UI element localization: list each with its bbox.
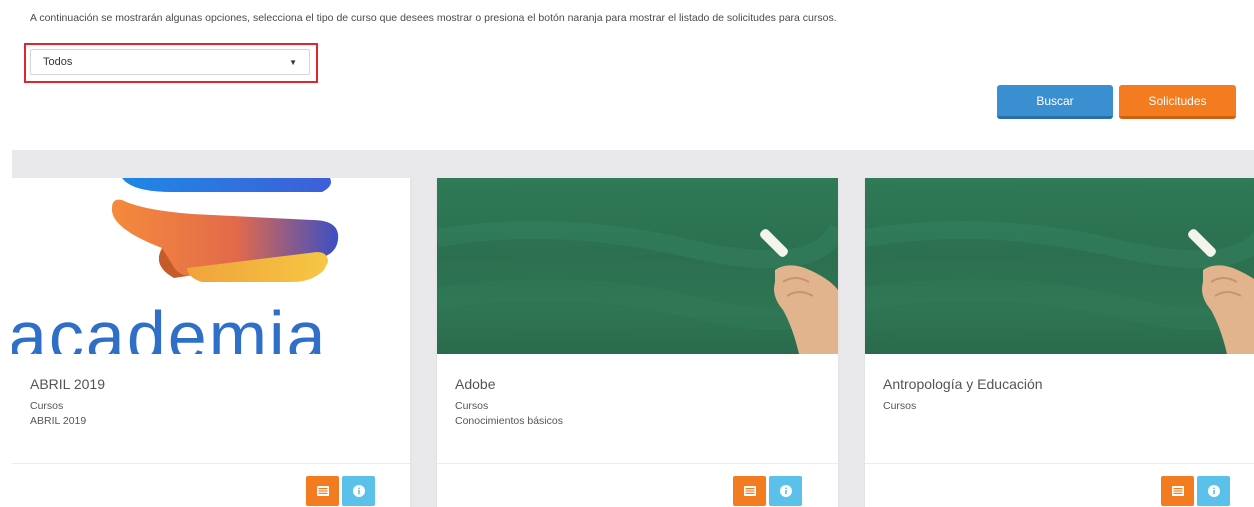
intro-text: A continuación se mostrarán algunas opci… [30,12,837,24]
list-icon [743,486,756,496]
course-type: Cursos [30,400,64,412]
buscar-button[interactable]: Buscar [997,85,1113,119]
course-card: Antropología y Educación Cursos [865,178,1254,507]
course-image[interactable]: academia [12,178,410,354]
card-actions [1161,476,1230,506]
course-type: Cursos [883,400,917,412]
course-card: Adobe Cursos Conocimientos básicos [437,178,838,507]
list-button[interactable] [733,476,766,506]
card-actions [733,476,802,506]
list-icon [1171,486,1184,496]
list-icon [316,486,329,496]
course-card: academia ABRIL 2019 Cursos ABRIL 2019 [12,178,410,507]
solicitudes-button[interactable]: Solicitudes [1119,85,1236,119]
list-button[interactable] [306,476,339,506]
card-actions [306,476,375,506]
course-title: ABRIL 2019 [30,376,105,392]
course-description: Conocimientos básicos [455,415,563,427]
card-divider [12,463,410,464]
course-title: Antropología y Educación [883,376,1043,392]
course-type-select[interactable]: Todos ▼ [30,49,310,75]
info-icon [779,485,792,497]
card-divider [437,463,838,464]
academia-logo-text: academia [12,297,328,354]
card-divider [865,463,1254,464]
info-button[interactable] [769,476,802,506]
course-image[interactable] [865,178,1254,354]
info-icon [1207,485,1220,497]
course-type-selected: Todos [43,56,73,68]
info-button[interactable] [342,476,375,506]
course-gallery: academia ABRIL 2019 Cursos ABRIL 2019 Ad… [12,150,1254,507]
course-type: Cursos [455,400,489,412]
chevron-down-icon: ▼ [289,57,297,67]
course-image[interactable] [437,178,838,354]
list-button[interactable] [1161,476,1194,506]
info-icon [352,485,365,497]
course-description: ABRIL 2019 [30,415,87,427]
course-title: Adobe [455,376,496,392]
info-button[interactable] [1197,476,1230,506]
